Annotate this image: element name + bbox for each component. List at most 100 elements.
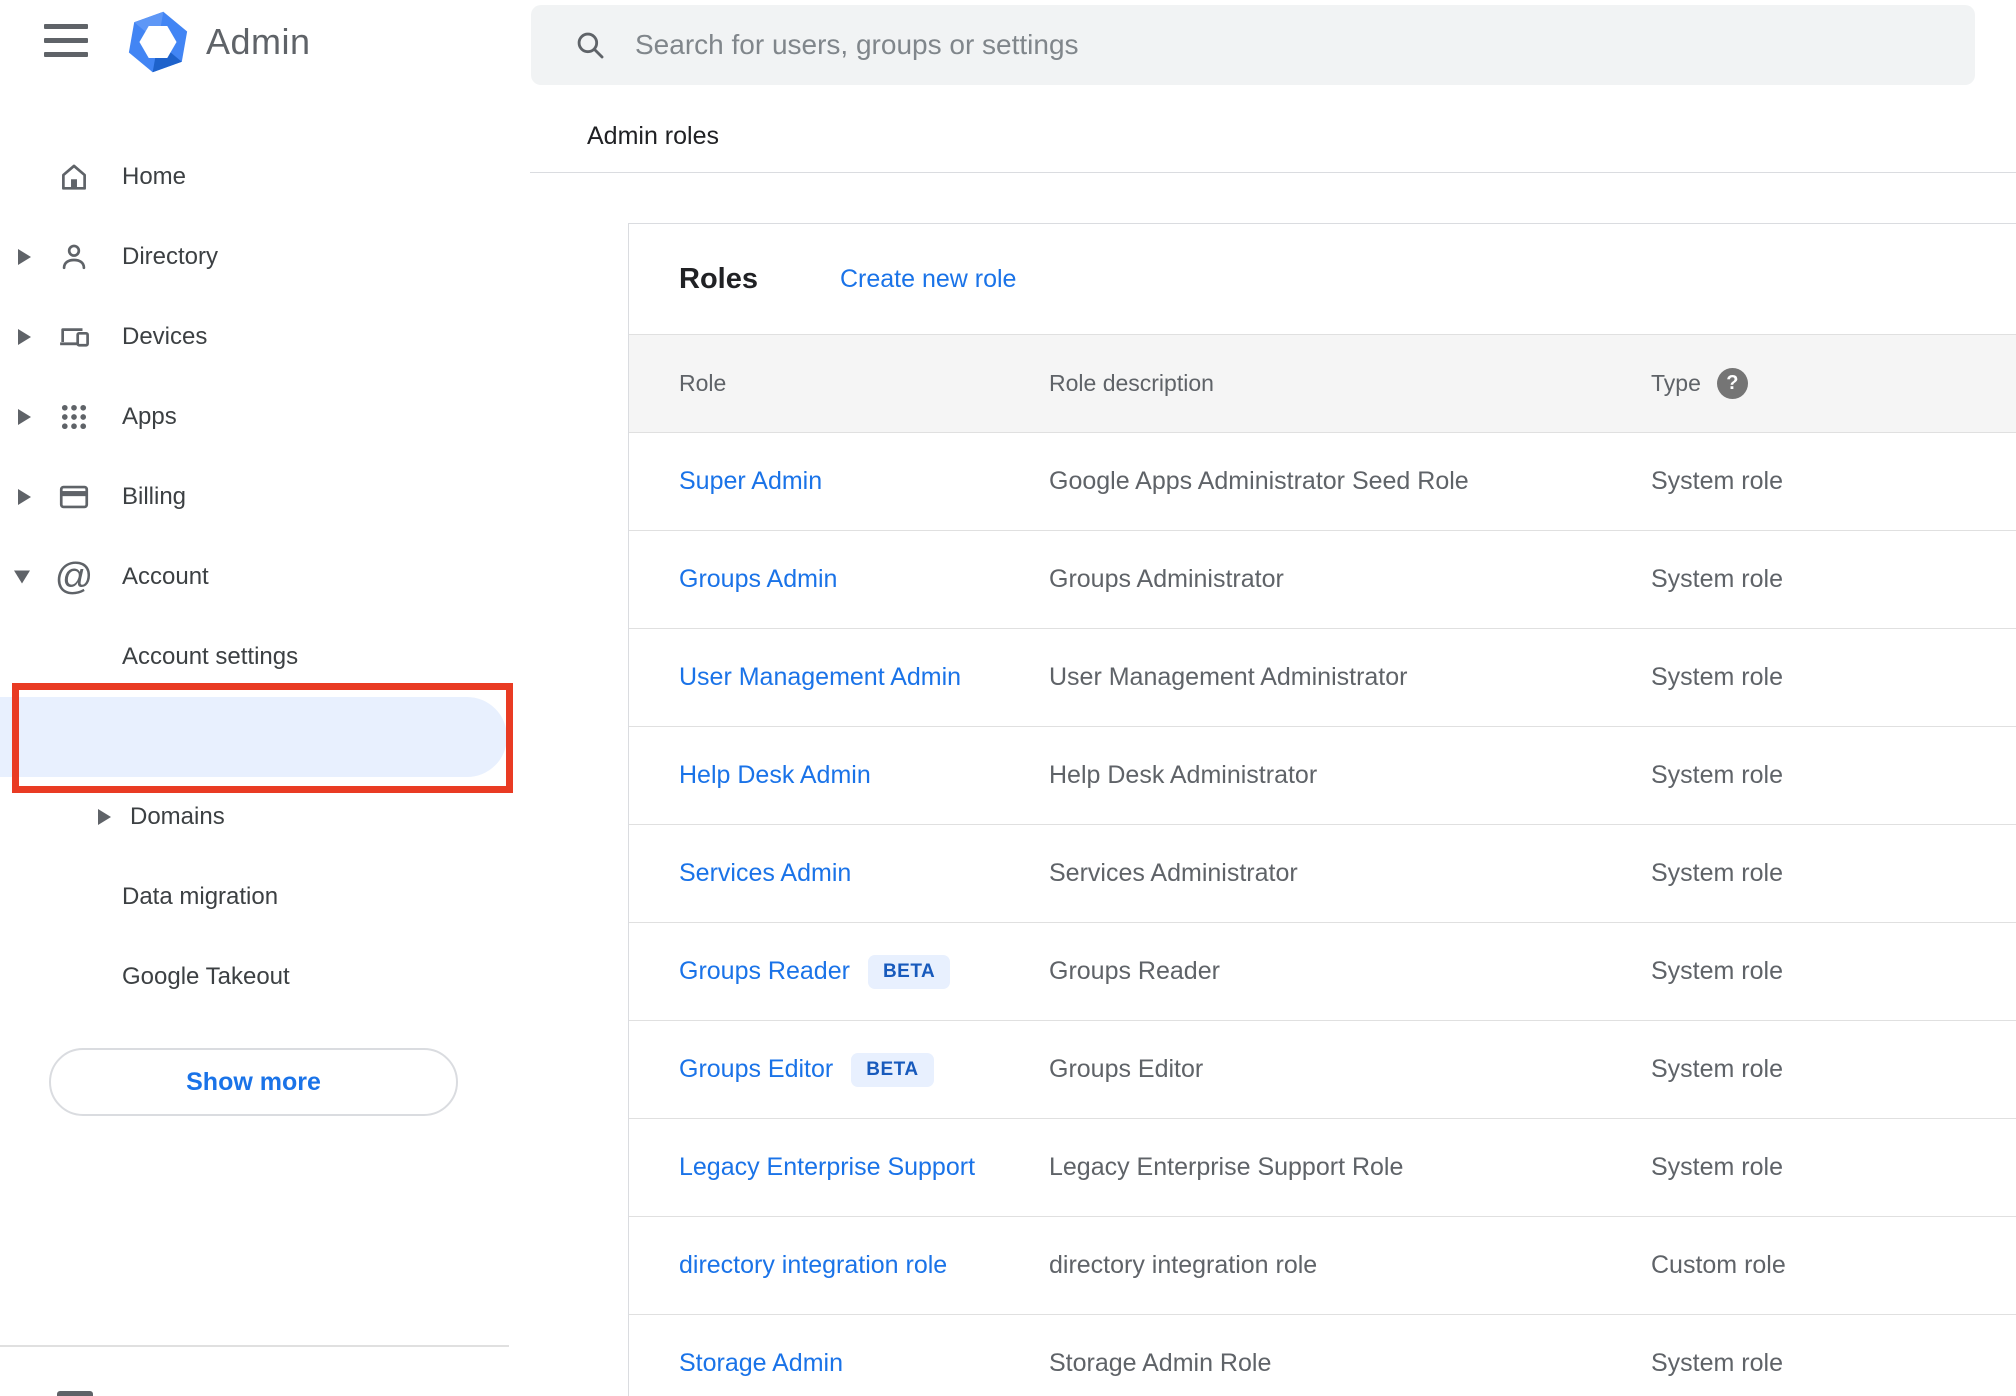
role-type: System role <box>1651 467 1783 495</box>
cropped-bottom-icon <box>57 1391 93 1396</box>
sidebar-item-label: Google Takeout <box>122 963 290 990</box>
menu-icon[interactable] <box>44 22 88 58</box>
role-link[interactable]: Groups Editor <box>679 1055 833 1084</box>
chevron-right-icon[interactable] <box>18 409 31 425</box>
sidebar-item-label: Apps <box>122 403 177 430</box>
role-link[interactable]: Legacy Enterprise Support <box>679 1153 975 1182</box>
roles-card-header: Roles Create new role <box>629 224 2016 335</box>
table-row: Groups Reader BETA Groups Reader System … <box>629 923 2016 1021</box>
role-description: Services Administrator <box>1049 859 1298 887</box>
role-description: Groups Editor <box>1049 1055 1204 1083</box>
role-type: System role <box>1651 1055 1783 1083</box>
table-row: Super Admin Google Apps Administrator Se… <box>629 433 2016 531</box>
chevron-down-icon[interactable] <box>14 570 30 584</box>
create-new-role-link[interactable]: Create new role <box>840 265 1016 294</box>
sidebar-item-apps[interactable]: Apps <box>0 377 514 457</box>
app-title: Admin <box>206 21 311 62</box>
table-row: User Management Admin User Management Ad… <box>629 629 2016 727</box>
role-link[interactable]: Services Admin <box>679 859 851 888</box>
column-header-role: Role <box>679 370 727 396</box>
beta-badge: BETA <box>851 1052 934 1087</box>
sidebar-nav: Home Directory Devices Apps Billing @ Ac… <box>0 137 514 1017</box>
column-header-type: Type ? <box>1651 368 2016 399</box>
role-type: System role <box>1651 761 1783 789</box>
sidebar-divider <box>0 1345 509 1347</box>
role-link[interactable]: Storage Admin <box>679 1349 843 1378</box>
role-link[interactable]: Groups Admin <box>679 565 837 594</box>
credit-card-icon <box>56 479 92 515</box>
person-icon <box>56 239 92 275</box>
sidebar-item-label: Directory <box>122 243 219 270</box>
role-type: System role <box>1651 663 1783 691</box>
sidebar-item-directory[interactable]: Directory <box>0 217 514 297</box>
role-description: directory integration role <box>1049 1251 1318 1279</box>
role-type: System role <box>1651 859 1783 887</box>
table-row: Help Desk Admin Help Desk Administrator … <box>629 727 2016 825</box>
role-type: System role <box>1651 565 1783 593</box>
sidebar-item-label: Data migration <box>122 883 279 910</box>
sidebar-item-label: Account settings <box>122 643 299 670</box>
search-bar[interactable] <box>531 5 1975 85</box>
sidebar-item-account-settings[interactable]: Account settings <box>0 617 514 697</box>
admin-console-page: Admin Home Directory Devices Apps Billin… <box>0 0 2016 1396</box>
sidebar-item-label: Billing <box>122 483 187 510</box>
sidebar-item-devices[interactable]: Devices <box>0 297 514 377</box>
column-header-type-label: Type <box>1651 370 1701 396</box>
role-description: Google Apps Administrator Seed Role <box>1049 467 1469 495</box>
devices-icon <box>56 319 92 355</box>
table-row: Storage Admin Storage Admin Role System … <box>629 1315 2016 1396</box>
column-header-description: Role description <box>1049 370 1214 396</box>
show-more-button[interactable]: Show more <box>49 1048 458 1116</box>
sidebar-item-billing[interactable]: Billing <box>0 457 514 537</box>
sidebar-item-label: Home <box>122 163 187 190</box>
chevron-right-icon[interactable] <box>18 489 31 505</box>
sidebar-item-home[interactable]: Home <box>0 137 514 217</box>
search-icon <box>577 32 604 59</box>
role-description: User Management Administrator <box>1049 663 1408 691</box>
role-type: System role <box>1651 1153 1783 1181</box>
table-row: Services Admin Services Administrator Sy… <box>629 825 2016 923</box>
apps-grid-icon <box>56 399 92 435</box>
role-link[interactable]: Groups Reader <box>679 957 850 986</box>
role-description: Groups Reader <box>1049 957 1220 985</box>
table-header-row: Role Role description Type ? <box>629 335 2016 433</box>
roles-card: Roles Create new role Role Role descript… <box>628 223 2016 1396</box>
help-icon[interactable]: ? <box>1716 368 1748 399</box>
chevron-right-icon[interactable] <box>18 249 31 265</box>
sidebar-item-label: Account <box>122 563 209 590</box>
sidebar-item-google-takeout[interactable]: Google Takeout <box>0 937 514 1017</box>
chevron-right-icon[interactable] <box>98 809 111 825</box>
admin-hexagon-icon <box>128 11 188 73</box>
role-link[interactable]: User Management Admin <box>679 663 961 692</box>
role-description: Groups Administrator <box>1049 565 1284 593</box>
sidebar-item-label: Devices <box>122 323 208 350</box>
at-sign-icon: @ <box>54 556 94 598</box>
search-input[interactable] <box>633 28 1975 62</box>
selected-item-highlight <box>0 697 507 777</box>
sidebar: Admin Home Directory Devices Apps Billin… <box>0 0 514 1396</box>
card-title: Roles <box>679 262 758 295</box>
table-row: Legacy Enterprise Support Legacy Enterpr… <box>629 1119 2016 1217</box>
header-divider <box>530 172 2016 173</box>
role-link[interactable]: Super Admin <box>679 467 822 496</box>
role-description: Storage Admin Role <box>1049 1349 1272 1377</box>
app-logo: Admin <box>126 10 311 74</box>
breadcrumb: Admin roles <box>587 122 719 150</box>
chevron-right-icon[interactable] <box>18 329 31 345</box>
role-link[interactable]: Help Desk Admin <box>679 761 871 790</box>
table-row: Groups Admin Groups Administrator System… <box>629 531 2016 629</box>
sidebar-item-account[interactable]: @ Account <box>0 537 514 617</box>
sidebar-item-domains[interactable]: Domains <box>0 777 514 857</box>
sidebar-item-data-migration[interactable]: Data migration <box>0 857 514 937</box>
table-row: directory integration role directory int… <box>629 1217 2016 1315</box>
beta-badge: BETA <box>867 954 951 989</box>
role-link[interactable]: directory integration role <box>679 1251 947 1280</box>
role-type: System role <box>1651 957 1783 985</box>
role-description: Help Desk Administrator <box>1049 761 1318 789</box>
role-type: Custom role <box>1651 1251 1786 1279</box>
role-type: System role <box>1651 1349 1783 1377</box>
sidebar-item-label: Domains <box>130 803 225 830</box>
table-row: Groups Editor BETA Groups Editor System … <box>629 1021 2016 1119</box>
home-icon <box>56 159 92 195</box>
role-description: Legacy Enterprise Support Role <box>1049 1153 1404 1181</box>
